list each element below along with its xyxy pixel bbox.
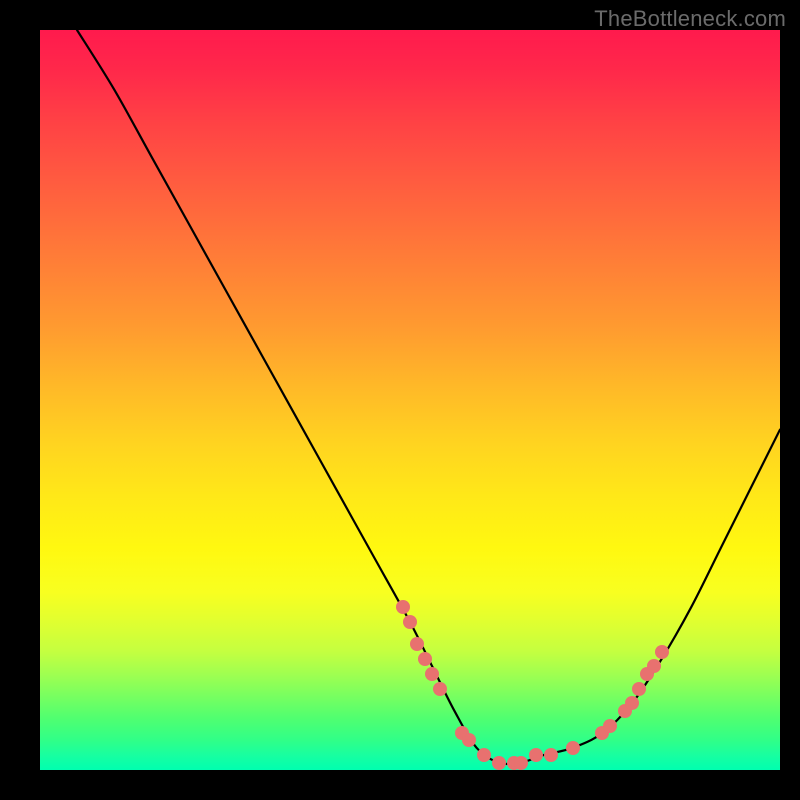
plot-area bbox=[40, 30, 780, 770]
highlight-dot bbox=[655, 645, 669, 659]
highlight-dot bbox=[595, 726, 609, 740]
watermark-text: TheBottleneck.com bbox=[594, 6, 786, 32]
highlight-dot bbox=[529, 748, 543, 762]
highlight-dot bbox=[396, 600, 410, 614]
highlight-dot bbox=[418, 652, 432, 666]
highlight-dots-layer bbox=[40, 30, 780, 770]
highlight-dot bbox=[433, 682, 447, 696]
highlight-dot bbox=[403, 615, 417, 629]
highlight-dot bbox=[477, 748, 491, 762]
highlight-dot bbox=[603, 719, 617, 733]
highlight-dot bbox=[462, 733, 476, 747]
highlight-dot bbox=[544, 748, 558, 762]
highlight-dot bbox=[425, 667, 439, 681]
highlight-dot bbox=[625, 696, 639, 710]
highlight-dot bbox=[618, 704, 632, 718]
highlight-dot bbox=[514, 756, 528, 770]
highlight-dot bbox=[410, 637, 424, 651]
highlight-dot bbox=[492, 756, 506, 770]
highlight-dot bbox=[455, 726, 469, 740]
highlight-dot bbox=[507, 756, 521, 770]
highlight-dot bbox=[647, 659, 661, 673]
highlight-dot bbox=[632, 682, 646, 696]
highlight-dot bbox=[566, 741, 580, 755]
highlight-dot bbox=[640, 667, 654, 681]
chart-curve bbox=[40, 30, 780, 770]
